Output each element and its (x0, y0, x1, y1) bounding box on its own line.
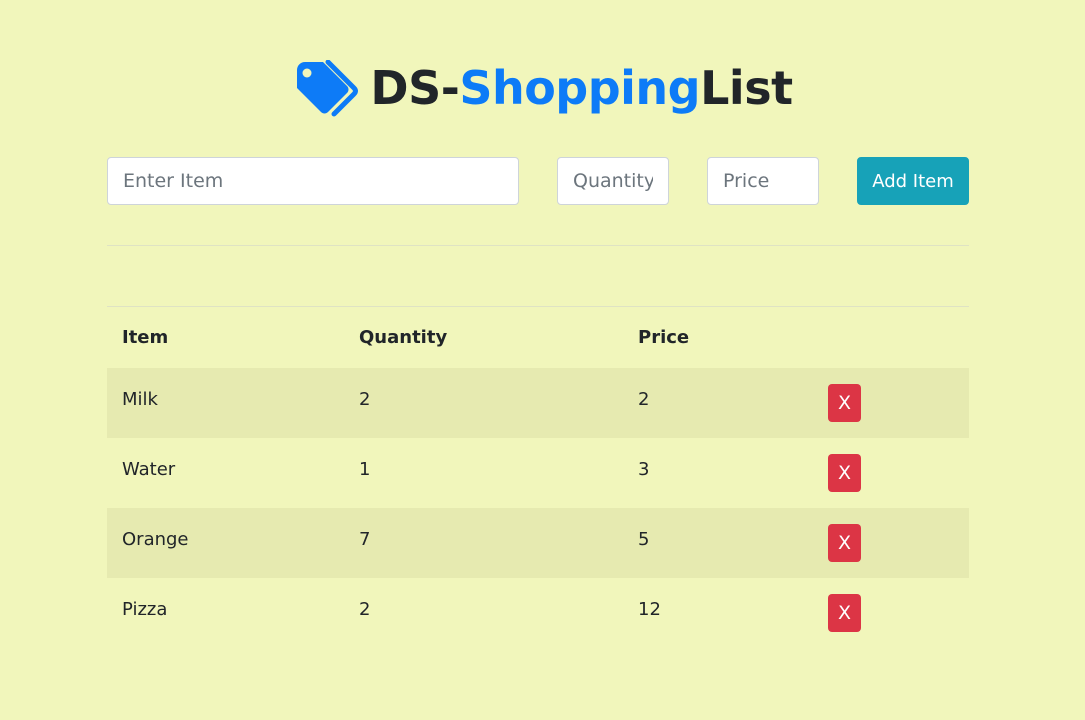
price-cell: 12 (638, 599, 661, 620)
app-header: DS-ShoppingList (0, 58, 1085, 118)
divider (107, 245, 969, 246)
title-suffix: List (700, 61, 793, 115)
table-row: Pizza 2 12 X (107, 578, 969, 648)
title-highlight: Shopping (459, 61, 701, 115)
quantity-input[interactable] (557, 157, 669, 205)
delete-item-button[interactable]: X (828, 523, 861, 562)
column-header-actions (813, 307, 969, 368)
add-item-form: Add Item (107, 157, 969, 205)
column-header-quantity: Quantity (359, 326, 448, 348)
actions-cell: X (813, 508, 969, 578)
table-row: Milk 2 2 X (107, 367, 969, 438)
table-row: Water 1 3 X (107, 438, 969, 508)
table-row: Orange 7 5 X (107, 507, 969, 578)
title-prefix: DS- (370, 61, 460, 115)
actions-cell: X (813, 438, 969, 508)
actions-cell: X (813, 578, 969, 648)
delete-item-button[interactable]: X (828, 383, 861, 422)
quantity-cell: 2 (359, 389, 371, 410)
price-input[interactable] (707, 157, 819, 205)
item-input[interactable] (107, 157, 519, 205)
shopping-list-table: Item Quantity Price Milk 2 2 X Water 1 3… (107, 306, 969, 648)
price-cell: 3 (638, 459, 650, 480)
quantity-cell: 7 (359, 529, 371, 550)
tags-icon (297, 60, 359, 117)
app-title: DS-ShoppingList (370, 58, 793, 118)
item-cell: Water (122, 459, 176, 480)
delete-item-button[interactable]: X (828, 593, 861, 632)
delete-item-button[interactable]: X (828, 453, 861, 492)
add-item-button[interactable]: Add Item (857, 157, 969, 205)
item-cell: Milk (122, 389, 158, 410)
table-header-row: Item Quantity Price (107, 306, 969, 368)
quantity-cell: 1 (359, 459, 371, 480)
column-header-price: Price (638, 326, 690, 348)
quantity-cell: 2 (359, 599, 371, 620)
item-cell: Orange (122, 529, 189, 550)
price-cell: 2 (638, 389, 650, 410)
item-cell: Pizza (122, 599, 168, 620)
column-header-item: Item (122, 326, 169, 348)
price-cell: 5 (638, 529, 650, 550)
actions-cell: X (813, 368, 969, 438)
